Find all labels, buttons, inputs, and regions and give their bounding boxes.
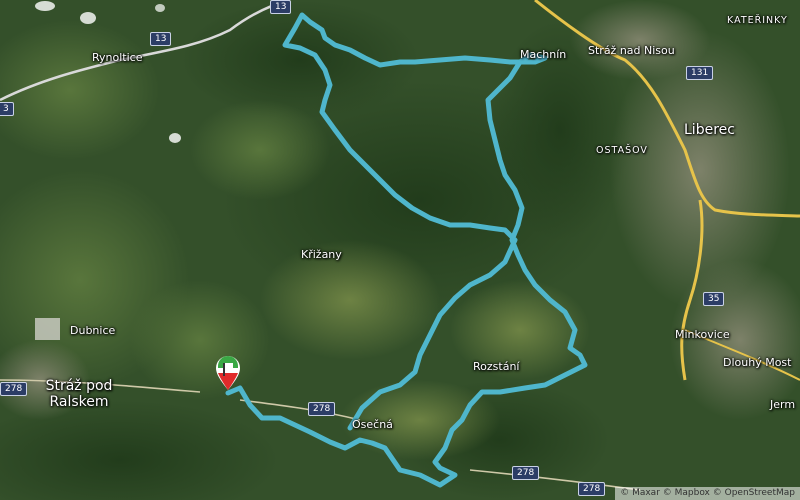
place-label-ostasov: OSTAŠOV [596,145,648,156]
road-shield-35: 35 [703,292,725,306]
place-label-dubnice: Dubnice [70,324,116,337]
place-label-dlouhy-most: Dlouhý Most [723,356,792,369]
place-label-rozstani: Rozstání [473,360,520,373]
map-attribution[interactable]: © Maxar © Mapbox © OpenStreetMap [615,487,800,500]
road-shield-278-left: 278 [0,382,28,396]
road-shield-13: 13 [150,32,172,46]
place-label-krizany: Křižany [301,248,342,261]
road-shield-278-mid: 278 [308,402,336,416]
place-label-machnin: Machnín [520,48,567,61]
road-shield-3: 3 [0,102,14,116]
road-shield-13-top: 13 [270,0,292,14]
start-finish-flag-icon[interactable] [214,356,242,392]
route-layer [225,12,588,488]
place-label-liberec: Liberec [684,122,735,138]
map-view[interactable]: Rynoltice Machnín Stráž nad Nisou KATEŘI… [0,0,800,500]
place-label-minkovice: Minkovice [675,328,730,341]
road-shield-131: 131 [686,66,714,80]
place-label-straz-pod-ralskem: Stráž pod Ralskem [45,378,113,410]
place-label-osecna: Osečná [352,418,393,431]
road-shield-278-bottom: 278 [512,466,540,480]
place-label-jerm: Jerm [770,398,796,411]
place-label-straz-nad-nisou: Stráž nad Nisou [588,44,675,57]
place-label-rynoltice: Rynoltice [92,51,143,64]
route-line[interactable] [225,12,588,488]
road-shield-278-right: 278 [578,482,606,496]
place-label-katerinky: KATEŘINKY [727,15,788,26]
